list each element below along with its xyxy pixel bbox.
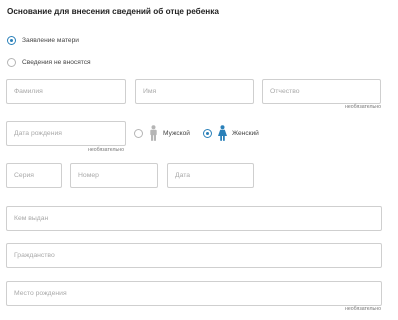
basis-option-label: Сведения не вносятся bbox=[22, 58, 91, 66]
doc-series-input[interactable] bbox=[7, 164, 61, 187]
gender-option-male[interactable]: Мужской bbox=[134, 125, 190, 141]
gender-label-female: Женский bbox=[232, 129, 259, 137]
surname-field[interactable] bbox=[6, 79, 126, 104]
gender-label-male: Мужской bbox=[163, 129, 190, 137]
patronymic-field[interactable] bbox=[262, 79, 381, 104]
issued-by-input[interactable] bbox=[7, 207, 381, 230]
doc-date-input[interactable] bbox=[168, 164, 253, 187]
basis-option-label: Заявление матери bbox=[22, 36, 79, 44]
citizenship-input[interactable] bbox=[7, 244, 381, 267]
name-field[interactable] bbox=[135, 79, 254, 104]
male-person-icon bbox=[150, 125, 157, 141]
birth-date-field[interactable] bbox=[6, 121, 126, 146]
issued-by-field[interactable] bbox=[6, 206, 382, 231]
citizenship-field[interactable] bbox=[6, 243, 382, 268]
doc-number-input[interactable] bbox=[71, 164, 157, 187]
radio-selected-icon[interactable] bbox=[203, 128, 212, 138]
name-input[interactable] bbox=[136, 80, 253, 103]
doc-date-field[interactable] bbox=[167, 163, 254, 188]
surname-input[interactable] bbox=[7, 80, 125, 103]
doc-series-field[interactable] bbox=[6, 163, 62, 188]
birth-place-field[interactable] bbox=[6, 281, 382, 306]
female-person-icon bbox=[218, 125, 227, 141]
birth-place-input[interactable] bbox=[7, 282, 381, 305]
birth-date-input[interactable] bbox=[7, 122, 125, 145]
birth-date-optional-note: необязательно bbox=[88, 147, 124, 153]
radio-unselected-icon[interactable] bbox=[7, 57, 16, 67]
gender-option-female[interactable]: Женский bbox=[203, 125, 259, 141]
patronymic-input[interactable] bbox=[263, 80, 380, 103]
doc-number-field[interactable] bbox=[70, 163, 158, 188]
patronymic-optional-note: необязательно bbox=[345, 104, 381, 110]
radio-selected-icon[interactable] bbox=[7, 35, 16, 45]
radio-unselected-icon[interactable] bbox=[134, 128, 143, 138]
birth-place-optional-note: необязательно bbox=[345, 306, 381, 312]
section-title: Основание для внесения сведений об отце … bbox=[7, 7, 219, 16]
basis-option-not-entered[interactable]: Сведения не вносятся bbox=[7, 56, 91, 68]
basis-option-mother-statement[interactable]: Заявление матери bbox=[7, 34, 79, 46]
